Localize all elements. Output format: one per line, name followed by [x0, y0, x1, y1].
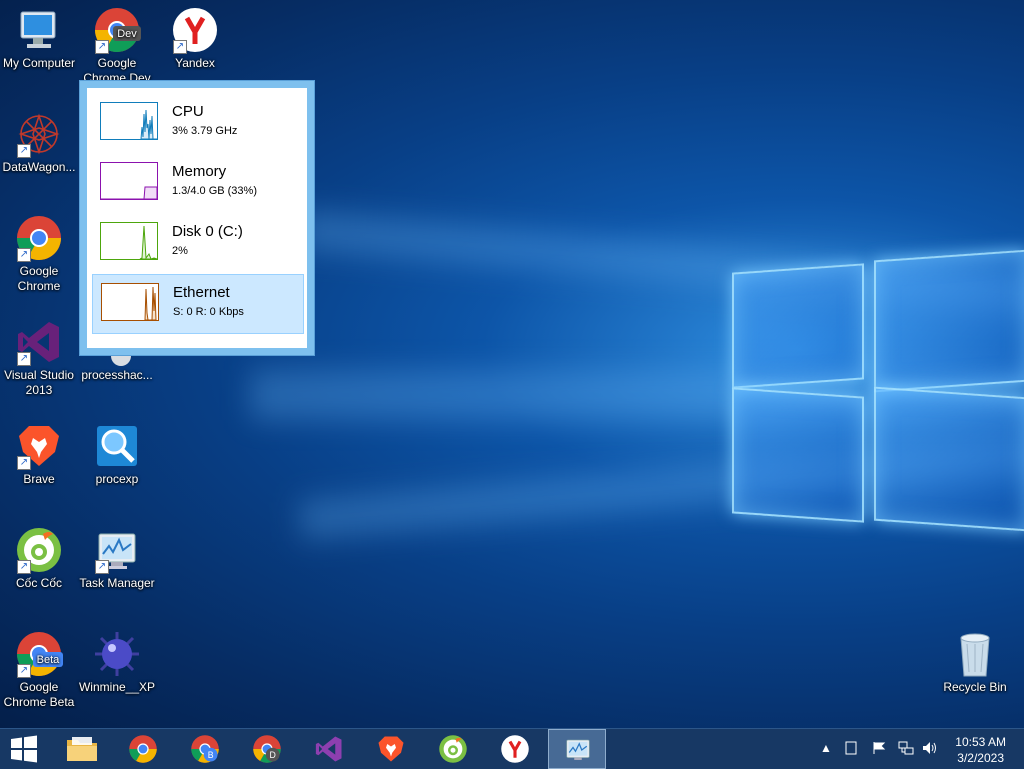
desktop-icon-my-computer[interactable]: My Computer — [0, 6, 78, 71]
shortcut-arrow-icon: ↗ — [17, 560, 31, 574]
chrome-icon: ↗ — [15, 214, 63, 262]
network-icon[interactable] — [898, 741, 914, 758]
desktop-icon-brave[interactable]: ↗ Brave — [0, 422, 78, 487]
desktop-icon-visual-studio-2013[interactable]: ↗ Visual Studio 2013 — [0, 318, 78, 398]
desktop-icon-winmine-xp[interactable]: Winmine__XP — [78, 630, 156, 695]
brave-icon — [378, 736, 404, 762]
desktop-icon-datawagon[interactable]: ↗ DataWagon... — [0, 110, 78, 175]
perf-detail: 3% 3.79 GHz — [172, 125, 238, 137]
show-hidden-icons-button[interactable]: ▲ — [820, 741, 832, 755]
desktop-icon-task-manager[interactable]: ↗ Task Manager — [78, 526, 156, 591]
shortcut-arrow-icon: ↗ — [17, 664, 31, 678]
cpu-graph — [100, 102, 158, 140]
mine-icon — [93, 630, 141, 678]
desktop-icon-recycle-bin[interactable]: Recycle Bin — [936, 630, 1014, 695]
chrome-icon — [129, 735, 157, 763]
perf-detail: 1.3/4.0 GB (33%) — [172, 185, 257, 197]
taskbar-google-chrome[interactable] — [114, 729, 172, 769]
perf-title: Disk 0 (C:) — [172, 223, 243, 240]
recycle-bin-icon — [951, 630, 999, 678]
taskbar-brave[interactable] — [362, 729, 420, 769]
clock-date: 3/2/2023 — [957, 751, 1004, 765]
taskbar-file-explorer[interactable] — [52, 729, 110, 769]
desktop-icon-coc-coc[interactable]: ↗ Cốc Cốc — [0, 526, 78, 591]
windows-logo-icon — [11, 735, 37, 763]
desktop-icon-google-chrome[interactable]: ↗ Google Chrome — [0, 214, 78, 294]
taskbar-google-chrome-dev[interactable]: D — [238, 729, 296, 769]
perf-title: CPU — [172, 103, 204, 120]
yandex-icon: ↗ — [171, 6, 219, 54]
desktop-icon-google-chrome-dev[interactable]: Dev ↗ Google Chrome Dev — [78, 6, 156, 86]
volume-icon[interactable] — [922, 741, 938, 758]
flag-icon[interactable] — [872, 741, 886, 758]
clock[interactable]: 10:53 AM 3/2/2023 — [955, 734, 1006, 766]
coc-coc-icon — [439, 735, 467, 763]
visual-studio-icon — [315, 736, 342, 762]
clock-time: 10:53 AM — [955, 735, 1006, 749]
folder-icon — [67, 737, 97, 761]
chrome-dev-badge: Dev — [117, 28, 137, 40]
performance-popup: CPU 3% 3.79 GHz Memory 1.3/4.0 GB (33%) … — [79, 80, 315, 356]
chrome-dev-icon: Dev ↗ — [93, 6, 141, 54]
coc-coc-icon: ↗ — [15, 526, 63, 574]
taskbar-visual-studio[interactable] — [300, 729, 358, 769]
desktop-icon-google-chrome-beta[interactable]: Beta ↗ Google Chrome Beta — [0, 630, 78, 710]
shortcut-arrow-icon: ↗ — [95, 560, 109, 574]
taskbar-coc-coc[interactable] — [424, 729, 482, 769]
shortcut-arrow-icon: ↗ — [17, 248, 31, 262]
taskbar: B D ▲ 10:53 AM 3/2/2023 — [0, 728, 1024, 769]
taskbar-task-manager[interactable] — [548, 729, 606, 769]
ethernet-graph — [101, 283, 159, 321]
perf-detail: S: 0 R: 0 Kbps — [173, 306, 244, 318]
brave-icon: ↗ — [15, 422, 63, 470]
computer-icon — [15, 6, 63, 54]
memory-graph — [100, 162, 158, 200]
shortcut-arrow-icon: ↗ — [17, 456, 31, 470]
start-button[interactable] — [0, 729, 48, 769]
perf-item-memory[interactable]: Memory 1.3/4.0 GB (33%) — [92, 154, 302, 212]
chrome-dev-icon: D — [253, 735, 281, 763]
datawagon-icon: ↗ — [15, 110, 63, 158]
taskbar-yandex[interactable] — [486, 729, 544, 769]
perf-item-cpu[interactable]: CPU 3% 3.79 GHz — [92, 94, 302, 152]
shortcut-arrow-icon: ↗ — [17, 352, 31, 366]
tablet-icon[interactable] — [845, 741, 857, 758]
perf-detail: 2% — [172, 245, 188, 257]
perf-title: Ethernet — [173, 284, 230, 301]
taskbar-google-chrome-beta[interactable]: B — [176, 729, 234, 769]
perf-item-ethernet[interactable]: Ethernet S: 0 R: 0 Kbps — [92, 274, 304, 334]
chrome-beta-icon: Beta ↗ — [15, 630, 63, 678]
chrome-beta-icon: B — [191, 735, 219, 763]
shortcut-arrow-icon: ↗ — [173, 40, 187, 54]
shortcut-arrow-icon: ↗ — [17, 144, 31, 158]
procexp-icon — [93, 422, 141, 470]
visual-studio-icon: ↗ — [15, 318, 63, 366]
task-manager-icon: ↗ — [93, 526, 141, 574]
shortcut-arrow-icon: ↗ — [95, 40, 109, 54]
desktop-icon-procexp[interactable]: procexp — [78, 422, 156, 487]
perf-item-disk[interactable]: Disk 0 (C:) 2% — [92, 214, 302, 272]
task-manager-icon — [566, 739, 590, 760]
yandex-icon — [501, 735, 529, 763]
svg-text:B: B — [208, 750, 214, 760]
svg-text:D: D — [269, 750, 275, 760]
desktop-icon-yandex[interactable]: ↗ Yandex — [156, 6, 234, 71]
chrome-beta-badge: Beta — [37, 654, 61, 666]
disk-graph — [100, 222, 158, 260]
perf-title: Memory — [172, 163, 227, 180]
